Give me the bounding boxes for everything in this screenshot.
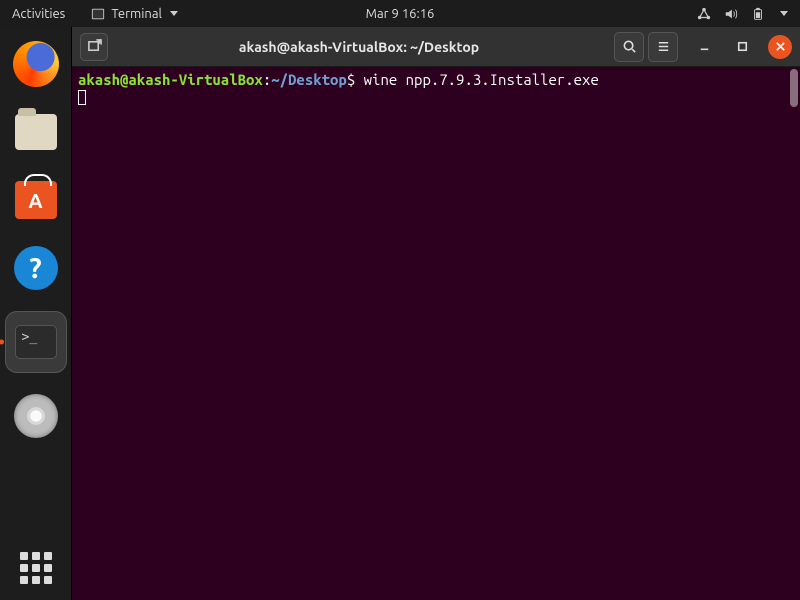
disc-icon xyxy=(14,394,58,438)
firefox-icon xyxy=(13,41,59,87)
maximize-button[interactable] xyxy=(730,35,754,59)
system-status-area[interactable] xyxy=(697,7,800,21)
gnome-topbar: Activities Terminal Mar 9 16:16 xyxy=(0,0,800,27)
dock-item-terminal[interactable] xyxy=(5,311,67,373)
window-title: akash@akash-VirtualBox: ~/Desktop xyxy=(108,39,610,55)
new-tab-button[interactable] xyxy=(80,33,108,61)
terminal-content: akash@akash-VirtualBox:~/Desktop$ wine n… xyxy=(78,71,794,105)
command-text: wine npp.7.9.3.Installer.exe xyxy=(364,71,599,88)
terminal-icon xyxy=(91,7,105,21)
terminal-window: akash@akash-VirtualBox: ~/Desktop akash@… xyxy=(72,27,800,600)
app-menu[interactable]: Terminal xyxy=(91,7,178,21)
search-icon xyxy=(622,39,637,54)
scrollbar-thumb[interactable] xyxy=(790,69,798,107)
software-icon xyxy=(15,181,57,219)
dock-item-firefox[interactable] xyxy=(11,39,61,89)
minimize-icon xyxy=(697,39,712,54)
help-icon: ? xyxy=(14,246,58,290)
activities-button[interactable]: Activities xyxy=(0,7,77,21)
hamburger-icon xyxy=(656,39,671,54)
prompt-separator: : xyxy=(263,71,271,88)
files-icon xyxy=(15,114,57,150)
volume-icon xyxy=(724,7,738,21)
terminal-cursor xyxy=(78,90,86,105)
dock-item-files[interactable] xyxy=(11,107,61,157)
ubuntu-dock: ? xyxy=(0,27,72,600)
maximize-icon xyxy=(735,39,750,54)
prompt-path: ~/Desktop xyxy=(271,71,347,88)
minimize-button[interactable] xyxy=(692,35,716,59)
network-icon xyxy=(697,7,711,21)
search-button[interactable] xyxy=(614,32,644,62)
show-applications-button[interactable] xyxy=(20,552,52,584)
chevron-down-icon xyxy=(170,11,178,16)
clock[interactable]: Mar 9 16:16 xyxy=(366,7,435,21)
prompt-user: akash@akash-VirtualBox xyxy=(78,71,263,88)
battery-icon xyxy=(751,7,765,21)
terminal-icon xyxy=(15,325,57,359)
new-tab-icon xyxy=(87,39,102,54)
chevron-down-icon xyxy=(780,11,788,16)
dock-item-help[interactable]: ? xyxy=(11,243,61,293)
close-icon xyxy=(773,39,788,54)
prompt-symbol: $ xyxy=(347,71,355,88)
dock-item-software[interactable] xyxy=(11,175,61,225)
app-menu-label: Terminal xyxy=(111,7,162,21)
hamburger-menu-button[interactable] xyxy=(648,32,678,62)
terminal-viewport[interactable]: akash@akash-VirtualBox:~/Desktop$ wine n… xyxy=(72,67,800,600)
dock-item-disc[interactable] xyxy=(11,391,61,441)
close-button[interactable] xyxy=(768,35,792,59)
window-titlebar: akash@akash-VirtualBox: ~/Desktop xyxy=(72,27,800,67)
